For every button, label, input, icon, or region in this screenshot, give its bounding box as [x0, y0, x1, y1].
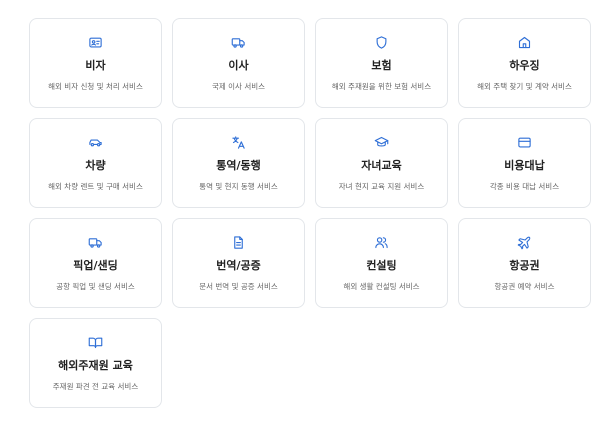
service-title: 차량	[85, 159, 106, 172]
service-title: 보험	[371, 59, 392, 72]
service-description: 국제 이사 서비스	[211, 82, 266, 91]
service-card-insurance[interactable]: 보험 해외 주재원을 위한 보험 서비스	[315, 18, 448, 108]
service-card-interpretation[interactable]: 통역/동행 통역 및 현지 동행 서비스	[172, 118, 305, 208]
users-icon	[374, 234, 390, 250]
service-description: 문서 번역 및 공증 서비스	[199, 282, 278, 291]
service-title: 해외주재원 교육	[58, 359, 133, 372]
graduation-cap-icon	[374, 134, 390, 150]
document-icon	[231, 234, 247, 250]
service-title: 컨설팅	[366, 259, 397, 272]
service-card-payment[interactable]: 비용대납 각종 비용 대납 서비스	[458, 118, 591, 208]
service-card-consulting[interactable]: 컨설팅 해외 생활 컨설팅 서비스	[315, 218, 448, 308]
service-card-education[interactable]: 자녀교육 자녀 현지 교육 지원 서비스	[315, 118, 448, 208]
service-title: 번역/공증	[216, 259, 261, 272]
service-title: 비용대납	[504, 159, 545, 172]
shield-icon	[374, 34, 390, 50]
service-card-housing[interactable]: 하우징 해외 주택 찾기 및 계약 서비스	[458, 18, 591, 108]
service-description: 공항 픽업 및 샌딩 서비스	[56, 282, 135, 291]
service-title: 통역/동행	[216, 159, 261, 172]
id-card-icon	[88, 34, 104, 50]
service-card-translation[interactable]: 번역/공증 문서 번역 및 공증 서비스	[172, 218, 305, 308]
credit-card-icon	[517, 134, 533, 150]
service-title: 자녀교육	[361, 159, 402, 172]
service-title: 픽업/샌딩	[73, 259, 118, 272]
service-description: 해외 차량 렌트 및 구매 서비스	[48, 182, 143, 191]
plane-icon	[517, 234, 533, 250]
translate-icon	[231, 134, 247, 150]
truck-icon	[231, 34, 247, 50]
truck-icon	[88, 234, 104, 250]
service-description: 해외 비자 신청 및 처리 서비스	[48, 82, 143, 91]
service-card-moving[interactable]: 이사 국제 이사 서비스	[172, 18, 305, 108]
service-description: 주재원 파견 전 교육 서비스	[52, 382, 139, 391]
service-description: 해외 주택 찾기 및 계약 서비스	[477, 82, 572, 91]
service-card-visa[interactable]: 비자 해외 비자 신청 및 처리 서비스	[29, 18, 162, 108]
book-icon	[88, 334, 104, 350]
service-card-vehicle[interactable]: 차량 해외 차량 렌트 및 구매 서비스	[29, 118, 162, 208]
service-title: 비자	[85, 59, 106, 72]
home-icon	[517, 34, 533, 50]
service-description: 해외 주재원을 위한 보험 서비스	[331, 82, 432, 91]
service-title: 항공권	[509, 259, 540, 272]
service-description: 각종 비용 대납 서비스	[489, 182, 560, 191]
car-icon	[88, 134, 104, 150]
service-card-expat-training[interactable]: 해외주재원 교육 주재원 파견 전 교육 서비스	[29, 318, 162, 408]
service-grid: 비자 해외 비자 신청 및 처리 서비스 이사 국제 이사 서비스 보험 해외 …	[29, 18, 591, 408]
service-card-flight[interactable]: 항공권 항공권 예약 서비스	[458, 218, 591, 308]
service-title: 이사	[228, 59, 249, 72]
service-title: 하우징	[509, 59, 540, 72]
service-description: 해외 생활 컨설팅 서비스	[343, 282, 420, 291]
service-description: 통역 및 현지 동행 서비스	[199, 182, 278, 191]
service-card-pickup[interactable]: 픽업/샌딩 공항 픽업 및 샌딩 서비스	[29, 218, 162, 308]
service-description: 항공권 예약 서비스	[494, 282, 555, 291]
service-description: 자녀 현지 교육 지원 서비스	[338, 182, 425, 191]
